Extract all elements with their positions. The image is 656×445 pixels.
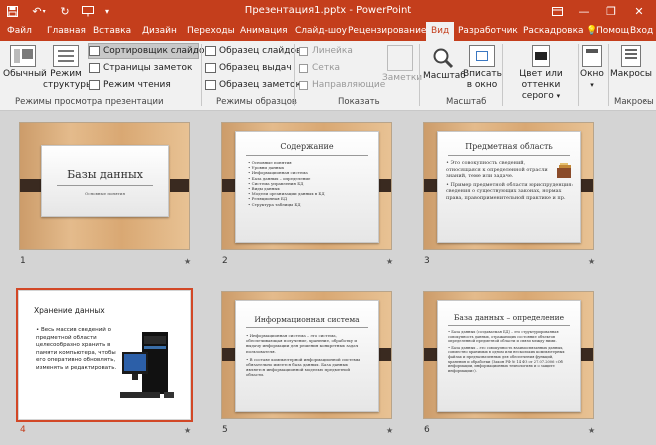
zoom-button[interactable]: Масштаб	[423, 45, 466, 82]
slide-number: 3	[424, 256, 430, 266]
fit-window-icon	[469, 45, 495, 67]
notes-button[interactable]: Заметки	[382, 45, 422, 84]
normal-view-button[interactable]: Обычный	[3, 45, 47, 80]
slide-panel: Предметная область • Это совокупность св…	[437, 131, 581, 243]
outline-view-button[interactable]: Режим структуры	[43, 45, 93, 91]
signin-link[interactable]: Вход	[630, 22, 653, 41]
magnifier-icon	[423, 45, 463, 71]
macros-button[interactable]: Макросы	[609, 45, 653, 80]
tab-file[interactable]: Файл	[7, 22, 32, 41]
guides-checkbox[interactable]: Направляющие	[299, 78, 385, 92]
macros-icon	[621, 45, 641, 67]
tab-view[interactable]: Вид	[426, 22, 455, 41]
grid-checkbox[interactable]: Сетка	[299, 61, 340, 75]
slide-master-button[interactable]: Образец слайдов	[205, 44, 301, 58]
computer-image-icon	[120, 330, 180, 408]
chevron-down-icon: ▾	[590, 81, 594, 89]
color-grayscale-button[interactable]: Цвет или оттенки серого ▾	[503, 45, 579, 102]
tab-home[interactable]: Главная	[47, 22, 86, 41]
window-icon	[582, 45, 602, 67]
divider	[201, 44, 202, 106]
normal-view-icon	[10, 45, 36, 67]
ruler-checkbox[interactable]: Линейка	[299, 44, 353, 58]
collapse-ribbon-icon[interactable]: ⌃	[642, 99, 649, 108]
notes-page-button[interactable]: Страницы заметок	[89, 61, 192, 75]
tab-slideshow[interactable]: Слайд-шоу	[295, 22, 347, 41]
slide-sorter-area: Базы данных Основные понятия 1 ★ Содержа…	[0, 112, 656, 445]
slide-thumbnail-5[interactable]: Информационная система • Информационная …	[221, 291, 392, 419]
color-swatch-icon	[532, 45, 550, 67]
handout-master-icon	[205, 63, 216, 73]
slide-number: 4	[20, 425, 26, 435]
slide-sorter-icon	[89, 46, 100, 56]
tab-developer[interactable]: Разработчик	[458, 22, 518, 41]
star-icon: ★	[386, 257, 394, 266]
star-icon: ★	[588, 426, 596, 435]
slide-panel: Информационная система • Информационная …	[235, 300, 379, 412]
divider	[419, 44, 420, 106]
star-icon: ★	[386, 426, 394, 435]
star-icon: ★	[184, 426, 192, 435]
help-search[interactable]: Помощ	[596, 22, 629, 41]
tab-animation[interactable]: Анимация	[240, 22, 288, 41]
slide-thumbnail-4[interactable]: Хранение данных • Весь массив сведений о…	[19, 291, 190, 419]
slide-number: 2	[222, 256, 228, 266]
group-label-show: Показать	[338, 97, 380, 107]
tab-review[interactable]: Рецензирование	[348, 22, 426, 41]
slide-thumbnail-6[interactable]: База данных – определение • База данных …	[423, 291, 594, 419]
chevron-down-icon: ▾	[556, 92, 561, 100]
reading-view-icon	[89, 80, 100, 90]
notes-master-icon	[205, 80, 216, 90]
notes-icon	[387, 45, 413, 71]
slide-number: 5	[222, 425, 228, 435]
group-label-masters: Режимы образцов	[216, 97, 297, 107]
book-image-icon	[556, 162, 574, 180]
slide-number: 6	[424, 425, 430, 435]
tab-storyboard[interactable]: Раскадровка	[523, 22, 584, 41]
minimize-icon[interactable]: —	[573, 0, 595, 22]
slide-panel: Содержание • Основные понятия • Уровни д…	[235, 131, 379, 243]
star-icon: ★	[588, 257, 596, 266]
star-icon: ★	[184, 257, 192, 266]
handout-master-button[interactable]: Образец выдач	[205, 61, 292, 75]
outline-view-icon	[53, 45, 79, 67]
tab-insert[interactable]: Вставка	[93, 22, 131, 41]
title-bar: ↶ ▾ ↻ ▾ Презентация1.pptx - PowerPoint — …	[0, 0, 656, 22]
slide-thumbnail-2[interactable]: Содержание • Основные понятия • Уровни д…	[221, 122, 392, 250]
tab-transitions[interactable]: Переходы	[187, 22, 235, 41]
ribbon: Обычный Режим структуры Сортировщик слай…	[0, 41, 656, 111]
window-button[interactable]: Окно ▾	[579, 45, 605, 91]
slide-panel: База данных – определение • База данных …	[437, 300, 581, 412]
slide-panel: Базы данных Основные понятия	[41, 145, 169, 217]
slide-master-icon	[205, 46, 216, 56]
ribbon-display-icon[interactable]	[546, 0, 568, 22]
slide-sorter-button[interactable]: Сортировщик слайдов	[88, 43, 210, 59]
slide-thumbnail-1[interactable]: Базы данных Основные понятия	[19, 122, 190, 250]
slide-number: 1	[20, 256, 26, 266]
notes-master-button[interactable]: Образец заметок	[205, 78, 301, 92]
divider	[294, 44, 295, 106]
tab-design[interactable]: Дизайн	[142, 22, 177, 41]
restore-icon[interactable]: ❐	[600, 0, 622, 22]
fit-to-window-button[interactable]: Вписать в окно	[463, 45, 502, 91]
notes-page-icon	[89, 63, 100, 73]
slide-thumbnail-3[interactable]: Предметная область • Это совокупность св…	[423, 122, 594, 250]
close-icon[interactable]: ✕	[628, 0, 650, 22]
group-label-views: Режимы просмотра презентации	[15, 97, 164, 107]
ribbon-tabs: Файл Главная Вставка Дизайн Переходы Ани…	[0, 22, 656, 41]
group-label-zoom: Масштаб	[446, 97, 487, 107]
reading-view-button[interactable]: Режим чтения	[89, 78, 171, 92]
